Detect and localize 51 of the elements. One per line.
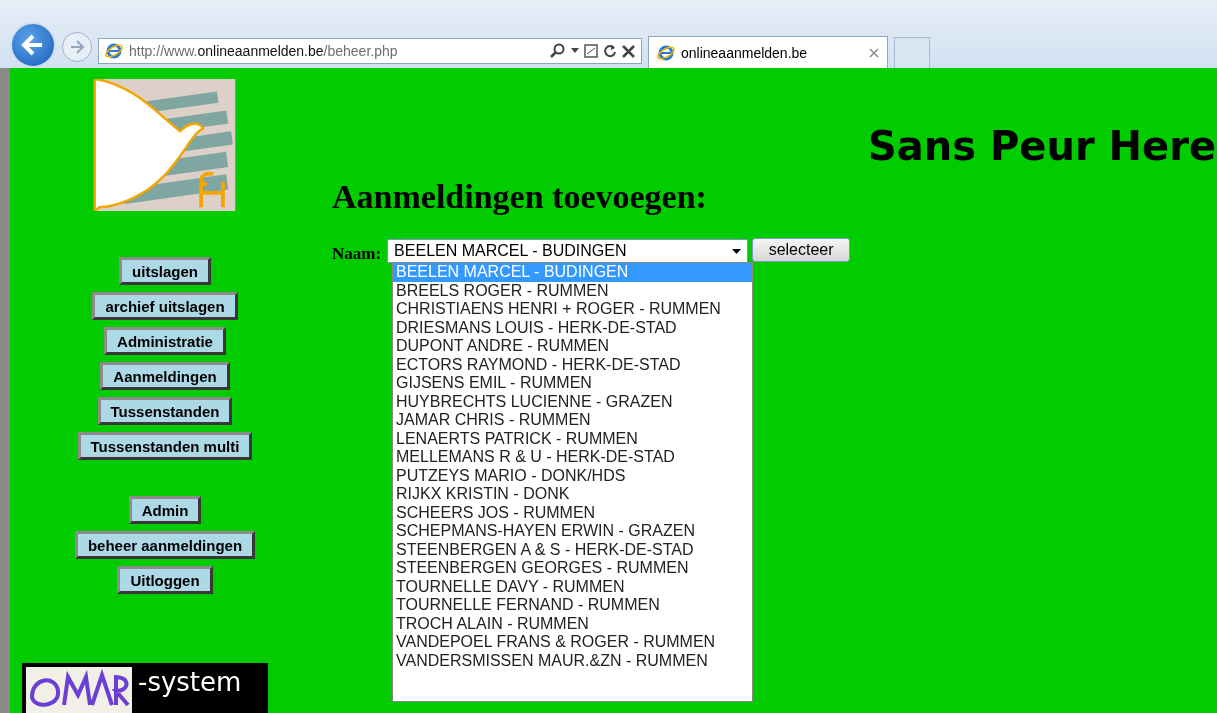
back-button[interactable] <box>10 22 56 68</box>
dropdown-option[interactable]: VANDEPOEL FRANS & ROGER - RUMMEN <box>393 633 752 652</box>
compatibility-icon[interactable] <box>584 44 598 58</box>
nav-button[interactable]: uitslagen <box>119 257 211 285</box>
dropdown-option[interactable]: ECTORS RAYMOND - HERK-DE-STAD <box>393 355 752 374</box>
dropdown-option[interactable]: STEENBERGEN A & S - HERK-DE-STAD <box>393 540 752 559</box>
nav-button[interactable]: archief uitslagen <box>92 292 238 320</box>
close-icon[interactable] <box>622 44 635 58</box>
dropdown-option[interactable]: HUYBRECHTS LUCIENNE - GRAZEN <box>393 392 752 411</box>
dropdown-arrow-icon[interactable] <box>571 48 579 54</box>
dropdown-option[interactable]: BREELS ROGER - RUMMEN <box>393 281 752 300</box>
dropdown-option[interactable]: VANDERSMISSEN MAUR.&ZN - RUMMEN <box>393 651 752 670</box>
dropdown-option[interactable]: GIJSENS EMIL - RUMMEN <box>393 374 752 393</box>
caret-icon <box>732 248 742 254</box>
dropdown-option[interactable]: SCHEPMANS-HAYEN ERWIN - GRAZEN <box>393 522 752 541</box>
browser-tab[interactable]: onlineaanmelden.be <box>648 36 888 68</box>
browser-icon <box>105 42 123 60</box>
dropdown-option[interactable]: SCHEERS JOS - RUMMEN <box>393 503 752 522</box>
dropdown-option[interactable]: TROCH ALAIN - RUMMEN <box>393 614 752 633</box>
dropdown-option[interactable]: RIJKX KRISTIN - DONK <box>393 485 752 504</box>
address-bar[interactable]: http://www.onlineaanmelden.be/beheer.php <box>98 38 642 64</box>
url-text: http://www.onlineaanmelden.be/beheer.php <box>129 43 399 59</box>
dropdown-option[interactable]: LENAERTS PATRICK - RUMMEN <box>393 429 752 448</box>
dropdown-option[interactable]: TOURNELLE DAVY - RUMMEN <box>393 577 752 596</box>
dropdown-option[interactable]: MELLEMANS R & U - HERK-DE-STAD <box>393 448 752 467</box>
refresh-icon[interactable] <box>603 44 617 58</box>
logo-text: -system <box>138 667 242 697</box>
field-label: Naam: <box>332 244 382 264</box>
nav-button[interactable]: Tussenstanden multi <box>77 432 253 460</box>
dropdown-option[interactable]: CHRISTIAENS HENRI + ROGER - RUMMEN <box>393 300 752 319</box>
dropdown-option[interactable]: JAMAR CHRIS - RUMMEN <box>393 411 752 430</box>
nav-button[interactable]: Aanmeldingen <box>100 362 230 390</box>
select-button[interactable]: selecteer <box>752 238 851 262</box>
dropdown-option[interactable]: DRIESMANS LOUIS - HERK-DE-STAD <box>393 318 752 337</box>
page-heading: Aanmeldingen toevoegen: <box>332 178 708 216</box>
site-title: Sans Peur Here <box>867 122 1217 170</box>
name-dropdown[interactable]: BEELEN MARCEL - BUDINGEN <box>387 239 749 263</box>
dropdown-option[interactable]: DUPONT ANDRE - RUMMEN <box>393 337 752 356</box>
dropdown-option[interactable]: STEENBERGEN GEORGES - RUMMEN <box>393 559 752 578</box>
graffiti-logo-icon <box>26 667 132 713</box>
nav-button[interactable]: Administratie <box>104 327 226 355</box>
forward-arrow-icon <box>69 40 85 54</box>
search-icon[interactable] <box>550 43 566 59</box>
dropdown-option[interactable]: TOURNELLE FERNAND - RUMMEN <box>393 596 752 615</box>
browser-icon <box>657 43 675 62</box>
back-arrow-icon <box>21 34 45 56</box>
nav-button[interactable]: Uitloggen <box>117 566 213 594</box>
nav-button[interactable]: Admin <box>128 496 202 524</box>
nav-button[interactable]: beheer aanmeldingen <box>74 531 256 559</box>
nav-button[interactable]: Tussenstanden <box>97 397 233 425</box>
dropdown-option[interactable]: PUTZEYS MARIO - DONK/HDS <box>393 466 752 485</box>
